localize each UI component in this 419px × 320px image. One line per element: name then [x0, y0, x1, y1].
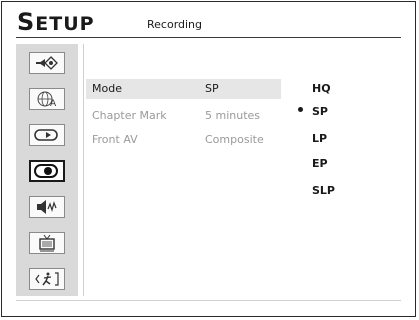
selected-option-bullet-icon: [298, 107, 303, 112]
exit-icon: [35, 272, 59, 286]
sidebar-item-playback[interactable]: [29, 124, 65, 146]
audio-settings-icon: [37, 200, 57, 214]
setting-front-av-label[interactable]: Front AV: [92, 133, 138, 146]
section-title: Recording: [147, 18, 203, 31]
sidebar-divider: [83, 44, 84, 296]
title-rest: ETUP: [35, 13, 95, 35]
sidebar-item-language[interactable]: A: [29, 88, 65, 110]
bottom-divider: [16, 300, 401, 301]
display-settings-icon: [36, 56, 58, 70]
option-hq[interactable]: HQ: [312, 82, 331, 95]
sidebar-item-recording[interactable]: [29, 160, 65, 182]
option-ep[interactable]: EP: [312, 157, 328, 170]
option-lp[interactable]: LP: [312, 132, 327, 145]
sidebar-item-exit[interactable]: [29, 268, 65, 290]
svg-text:A: A: [50, 99, 57, 108]
option-sp[interactable]: SP: [312, 105, 328, 118]
setting-mode-label[interactable]: Mode: [92, 82, 122, 95]
sidebar-item-display[interactable]: [29, 52, 65, 74]
setting-front-av-value[interactable]: Composite: [205, 133, 264, 146]
recording-settings-icon: [34, 164, 58, 178]
option-slp[interactable]: SLP: [312, 184, 335, 197]
title-divider: [16, 37, 401, 38]
page-title: SETUP: [17, 8, 95, 36]
setting-mode-value[interactable]: SP: [205, 82, 219, 95]
sidebar-item-tv[interactable]: [29, 232, 65, 254]
setting-chapter-mark-value[interactable]: 5 minutes: [205, 109, 260, 122]
playback-settings-icon: [34, 129, 58, 141]
tv-settings-icon: [39, 234, 55, 252]
sidebar-item-audio[interactable]: [29, 196, 65, 218]
setting-chapter-mark-label[interactable]: Chapter Mark: [92, 109, 167, 122]
title-initial: S: [17, 8, 36, 36]
language-settings-icon: A: [37, 91, 57, 108]
